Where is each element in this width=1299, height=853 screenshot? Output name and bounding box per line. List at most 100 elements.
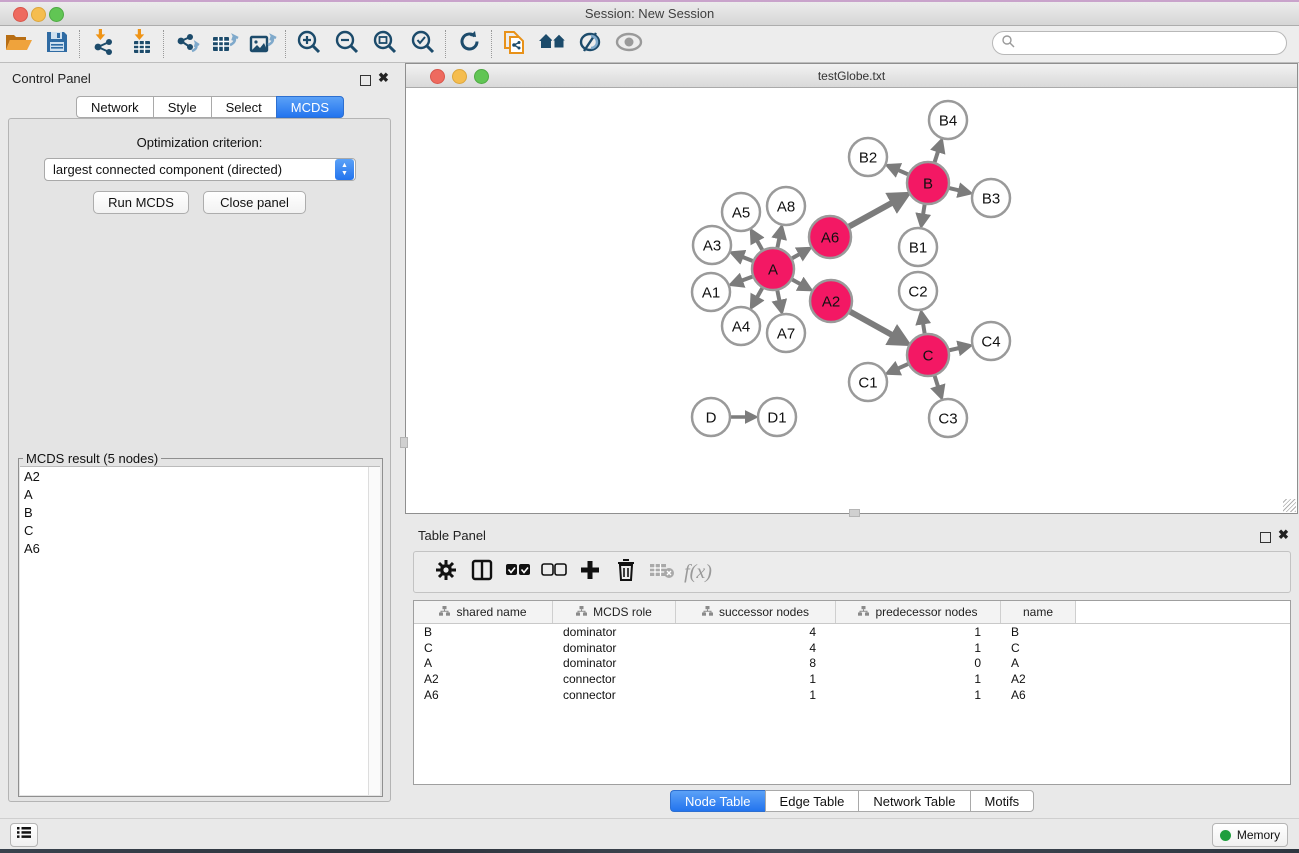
network-graph[interactable]: A A1 A2 A3 A4 A5 A6 A7 A8 B B1 B2 B3 B4 C C1 C2 C3 C4 D D1 <box>406 88 1297 513</box>
graph-node-C[interactable]: C <box>907 334 949 376</box>
column-header-MCDS-role[interactable]: MCDS role <box>553 601 676 623</box>
graph-node-B[interactable]: B <box>907 162 949 204</box>
column-header-successor-nodes[interactable]: successor nodes <box>676 601 836 623</box>
graph-node-A[interactable]: A <box>752 248 794 290</box>
graph-node-C3[interactable]: C3 <box>929 399 967 437</box>
float-panel-icon[interactable] <box>360 73 371 91</box>
column-header-shared-name[interactable]: shared name <box>414 601 553 623</box>
table-row[interactable]: Adominator80A <box>414 656 1290 672</box>
apply-function-button[interactable]: f(x) <box>680 555 716 589</box>
tab-style[interactable]: Style <box>153 96 211 118</box>
open-folder-icon <box>5 31 33 58</box>
export-image-button[interactable] <box>244 28 282 60</box>
graph-node-D1[interactable]: D1 <box>758 398 796 436</box>
copy-style-button[interactable] <box>496 28 534 60</box>
graph-node-B1[interactable]: B1 <box>899 228 937 266</box>
open-file-button[interactable] <box>0 28 38 60</box>
table-settings-button[interactable] <box>428 555 464 589</box>
horizontal-splitter-handle[interactable] <box>849 509 860 517</box>
zoom-selected-button[interactable] <box>404 28 442 60</box>
search-field[interactable] <box>1015 35 1286 51</box>
network-close-button[interactable] <box>430 69 445 84</box>
graph-node-A8[interactable]: A8 <box>767 187 805 225</box>
table-panel-tabs: Node TableEdge TableNetwork TableMotifs <box>670 790 1034 812</box>
graph-node-B3[interactable]: B3 <box>972 179 1010 217</box>
cell-predecessor-nodes: 1 <box>836 641 1001 655</box>
graph-node-A4[interactable]: A4 <box>722 307 760 345</box>
graph-node-A6[interactable]: A6 <box>809 216 851 258</box>
float-table-panel-icon[interactable] <box>1260 530 1271 548</box>
close-panel-button[interactable]: Close panel <box>203 191 306 214</box>
close-window-button[interactable] <box>13 7 28 22</box>
import-network-button[interactable] <box>84 28 122 60</box>
delete-table-button[interactable] <box>644 555 680 589</box>
vertical-splitter-handle[interactable] <box>400 437 408 448</box>
close-table-panel-icon[interactable]: ✖ <box>1278 530 1289 539</box>
graph-node-B2[interactable]: B2 <box>849 138 887 176</box>
graph-node-B4[interactable]: B4 <box>929 101 967 139</box>
export-network-button[interactable] <box>168 28 206 60</box>
save-session-button[interactable] <box>38 28 76 60</box>
graph-node-C2[interactable]: C2 <box>899 272 937 310</box>
show-hidden-button[interactable] <box>610 28 648 60</box>
graph-node-D[interactable]: D <box>692 398 730 436</box>
export-table-button[interactable] <box>206 28 244 60</box>
zoom-fit-button[interactable] <box>366 28 404 60</box>
network-canvas[interactable]: A A1 A2 A3 A4 A5 A6 A7 A8 B B1 B2 B3 B4 C C1 C2 C3 C4 D D1 <box>406 88 1297 513</box>
tab-motifs[interactable]: Motifs <box>970 790 1035 812</box>
graph-node-A2[interactable]: A2 <box>810 280 852 322</box>
graph-node-A1[interactable]: A1 <box>692 273 730 311</box>
table-row[interactable]: A6connector11A6 <box>414 687 1290 703</box>
zoom-out-button[interactable] <box>328 28 366 60</box>
import-table-button[interactable] <box>122 28 160 60</box>
tab-mcds[interactable]: MCDS <box>276 96 344 118</box>
network-minimize-button[interactable] <box>452 69 467 84</box>
create-column-button[interactable] <box>572 555 608 589</box>
zoom-in-button[interactable] <box>290 28 328 60</box>
show-column-panel-button[interactable] <box>464 555 500 589</box>
network-window-titlebar[interactable]: testGlobe.txt <box>406 64 1297 88</box>
deselect-all-rows-button[interactable] <box>536 555 572 589</box>
mcds-result-item[interactable]: C <box>20 521 380 539</box>
graph-edge-A2-C[interactable] <box>848 310 897 337</box>
table-row[interactable]: Bdominator41B <box>414 624 1290 640</box>
table-row[interactable]: A2connector11A2 <box>414 671 1290 687</box>
table-row[interactable]: Cdominator41C <box>414 640 1290 656</box>
column-header-name[interactable]: name <box>1001 601 1076 623</box>
graph-node-A7[interactable]: A7 <box>767 314 805 352</box>
run-mcds-button[interactable]: Run MCDS <box>93 191 189 214</box>
delete-columns-button[interactable] <box>608 555 644 589</box>
memory-button[interactable]: Memory <box>1212 823 1288 847</box>
tab-network-table[interactable]: Network Table <box>858 790 969 812</box>
tab-node-table[interactable]: Node Table <box>670 790 765 812</box>
search-input[interactable] <box>992 31 1287 55</box>
graph-node-C1[interactable]: C1 <box>849 363 887 401</box>
show-all-networks-button[interactable] <box>534 28 572 60</box>
mcds-result-item[interactable]: A <box>20 485 380 503</box>
list-scrollbar[interactable] <box>368 467 380 795</box>
mcds-result-item[interactable]: A2 <box>20 467 380 485</box>
tab-network[interactable]: Network <box>76 96 153 118</box>
mcds-result-item[interactable]: A6 <box>20 539 380 557</box>
hide-selected-button[interactable] <box>572 28 610 60</box>
graph-node-A3[interactable]: A3 <box>693 226 731 264</box>
graph-node-C4[interactable]: C4 <box>972 322 1010 360</box>
apply-layout-button[interactable] <box>450 28 488 60</box>
minimize-window-button[interactable] <box>31 7 46 22</box>
network-maximize-button[interactable] <box>474 69 489 84</box>
graph-node-A5[interactable]: A5 <box>722 193 760 231</box>
zoom-in-icon <box>296 29 322 60</box>
select-all-rows-button[interactable] <box>500 555 536 589</box>
maximize-window-button[interactable] <box>49 7 64 22</box>
show-panels-button[interactable] <box>10 823 38 847</box>
tab-edge-table[interactable]: Edge Table <box>765 790 859 812</box>
mcds-result-item[interactable]: B <box>20 503 380 521</box>
column-header-predecessor-nodes[interactable]: predecessor nodes <box>836 601 1001 623</box>
criterion-select[interactable]: largest connected component (directed) ▲… <box>44 158 356 181</box>
node-table[interactable]: shared nameMCDS rolesuccessor nodesprede… <box>413 600 1291 785</box>
graph-edge-A6-B[interactable] <box>847 200 897 227</box>
close-panel-icon[interactable]: ✖ <box>378 73 389 82</box>
tab-select[interactable]: Select <box>211 96 276 118</box>
window-resize-grip[interactable] <box>1283 499 1296 512</box>
mcds-result-list[interactable]: A2ABCA6 <box>20 466 380 795</box>
